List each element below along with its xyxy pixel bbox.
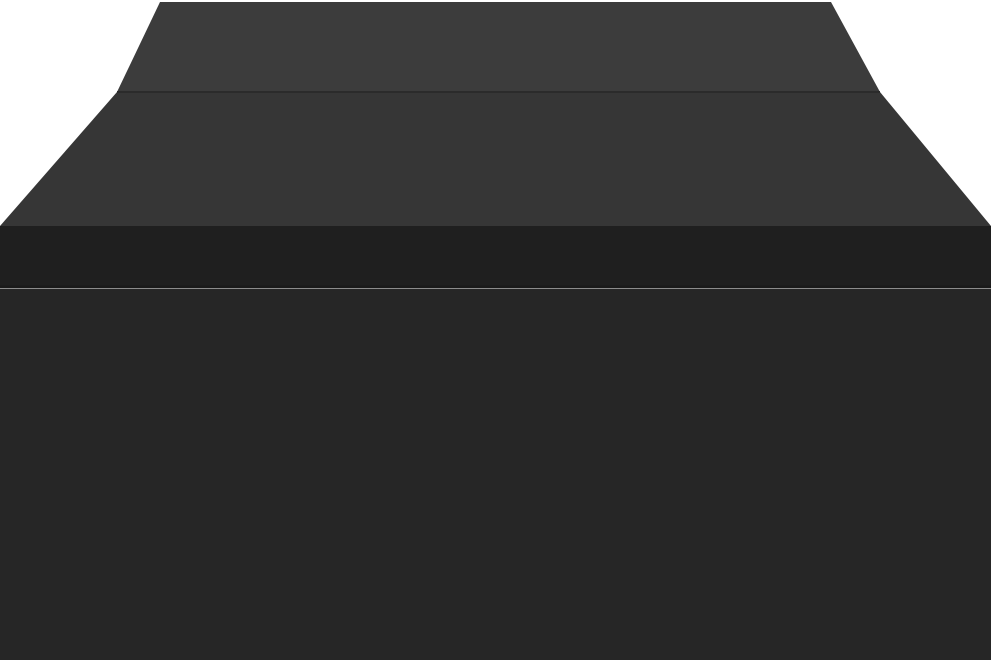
top-surface-front-panel [0, 92, 991, 226]
front-face [0, 289, 991, 660]
monitor-riser-shelf [0, 0, 991, 660]
product-image [0, 0, 991, 660]
top-board-front-edge [0, 226, 991, 286]
top-surface-rear-panel [117, 2, 880, 92]
